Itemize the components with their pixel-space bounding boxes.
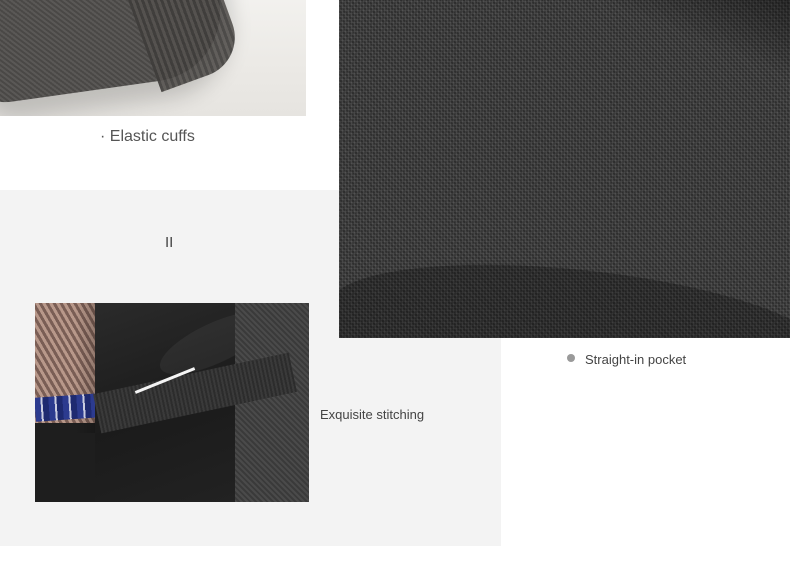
fabric-edge-shadow bbox=[339, 244, 790, 338]
bullet-dot bbox=[567, 354, 575, 362]
section-marker: II bbox=[165, 234, 174, 251]
straight-in-pocket-caption: Straight-in pocket bbox=[585, 352, 687, 367]
elastic-cuff-photo bbox=[0, 0, 306, 116]
fabric-texture-photo bbox=[339, 0, 790, 338]
jacket-interior-photo bbox=[35, 303, 309, 502]
elastic-cuffs-caption: · Elastic cuffs bbox=[100, 128, 195, 145]
exquisite-stitching-caption: Exquisite stitching bbox=[320, 407, 425, 422]
fabric-fold-shadow bbox=[563, 0, 790, 107]
